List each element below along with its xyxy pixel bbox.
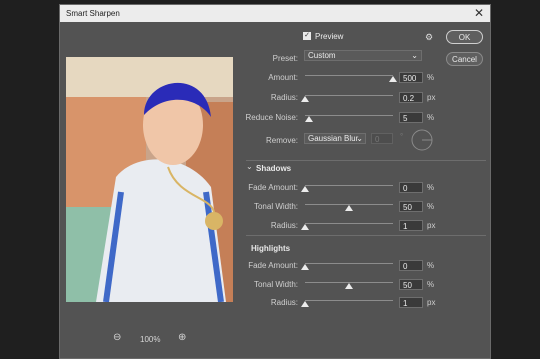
preset-dropdown[interactable]: Custom ⌄	[304, 50, 422, 61]
slider-track[interactable]	[305, 223, 393, 224]
degree-unit: °	[400, 132, 404, 141]
slider-thumb[interactable]	[345, 205, 353, 211]
unit-label: %	[427, 73, 435, 82]
gear-icon[interactable]: ⚙	[425, 32, 433, 43]
preview-label: Preview	[315, 32, 344, 41]
slider-track[interactable]	[305, 185, 393, 186]
slider-label: Tonal Width:	[253, 280, 298, 289]
remove-value: Gaussian Blur	[308, 134, 359, 143]
slider-track[interactable]	[305, 115, 393, 116]
angle-dial[interactable]	[411, 129, 433, 151]
value-field[interactable]: 0.2	[399, 92, 423, 103]
preset-value: Custom	[308, 51, 336, 60]
value-field[interactable]: 50	[399, 279, 423, 290]
unit-label: px	[427, 93, 436, 102]
slider-thumb[interactable]	[301, 186, 309, 192]
shadows-section-title[interactable]: Shadows	[256, 164, 291, 173]
value-field[interactable]: 1	[399, 297, 423, 308]
slider-track[interactable]	[305, 263, 393, 264]
dialog-title: Smart Sharpen	[66, 9, 120, 18]
slider-thumb[interactable]	[301, 96, 309, 102]
slider-thumb[interactable]	[301, 264, 309, 270]
slider-label: Radius:	[270, 298, 298, 307]
chevron-down-icon: ⌄	[411, 51, 418, 60]
unit-label: %	[427, 280, 435, 289]
cancel-button[interactable]: Cancel	[446, 52, 483, 66]
remove-label: Remove:	[265, 136, 298, 145]
unit-label: %	[427, 261, 435, 270]
slider-thumb[interactable]	[301, 301, 309, 307]
slider-thumb[interactable]	[301, 224, 309, 230]
slider-label: Radius:	[270, 221, 298, 230]
slider-track[interactable]	[305, 95, 393, 96]
zoom-out-icon[interactable]: ⊖	[113, 332, 121, 343]
slider-track[interactable]	[305, 300, 393, 301]
value-field[interactable]: 50	[399, 201, 423, 212]
value-field[interactable]: 1	[399, 220, 423, 231]
preview-checkbox[interactable]: ✓	[303, 32, 311, 40]
slider-label: Reduce Noise:	[245, 113, 298, 122]
angle-field[interactable]: 0	[371, 133, 393, 144]
chevron-down-icon: ⌄	[356, 134, 363, 143]
slider-thumb[interactable]	[305, 116, 314, 122]
value-field[interactable]: 0	[399, 182, 423, 193]
unit-label: %	[427, 183, 435, 192]
unit-label: px	[427, 221, 436, 230]
slider-track[interactable]	[305, 75, 393, 76]
slider-thumb[interactable]	[345, 283, 353, 289]
highlights-section-title: Highlights	[251, 244, 291, 253]
value-field[interactable]: 5	[399, 112, 423, 123]
divider	[246, 160, 486, 161]
preview-image[interactable]	[66, 57, 233, 302]
smart-sharpen-dialog: Smart Sharpen ✕ ✓ Preview ⚙ OK Cancel Pr…	[59, 4, 491, 359]
ok-button[interactable]: OK	[446, 30, 483, 44]
title-bar: Smart Sharpen ✕	[60, 5, 490, 22]
zoom-level: 100%	[140, 335, 161, 344]
slider-label: Radius:	[270, 93, 298, 102]
unit-label: px	[427, 298, 436, 307]
value-field[interactable]: 0	[399, 260, 423, 271]
slider-label: Fade Amount:	[248, 183, 298, 192]
value-field[interactable]: 500	[399, 72, 423, 83]
slider-thumb[interactable]	[389, 76, 397, 82]
zoom-in-icon[interactable]: ⊕	[178, 332, 186, 343]
preset-label: Preset:	[272, 54, 298, 63]
preview-photo	[66, 57, 233, 302]
close-icon[interactable]: ✕	[474, 6, 484, 20]
chevron-down-icon[interactable]: ⌄	[246, 162, 253, 171]
remove-dropdown[interactable]: Gaussian Blur ⌄	[304, 133, 366, 144]
slider-label: Fade Amount:	[248, 261, 298, 270]
slider-label: Tonal Width:	[253, 202, 298, 211]
slider-label: Amount:	[268, 73, 298, 82]
divider	[246, 235, 486, 236]
unit-label: %	[427, 113, 435, 122]
unit-label: %	[427, 202, 435, 211]
